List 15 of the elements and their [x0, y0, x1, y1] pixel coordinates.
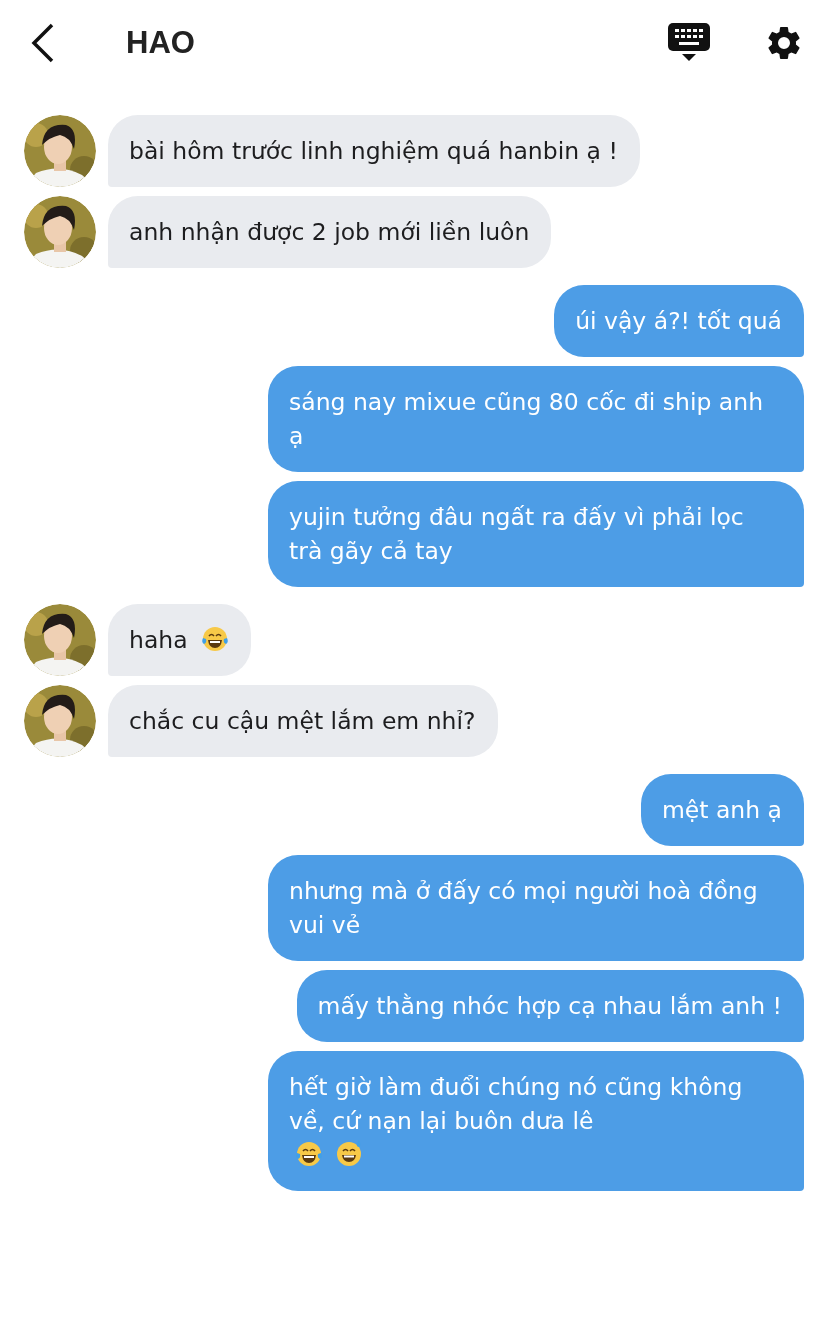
laughing-face-icon	[295, 1141, 323, 1167]
message-text: anh nhận được 2 job mới liền luôn	[129, 217, 530, 248]
message-text: nhưng mà ở đấy có mọi người hoà đồng vui vẻ	[289, 876, 759, 941]
laughing-face-icon	[201, 626, 230, 652]
message-text: mấy thằng nhóc hợp cạ nhau lắm anh !	[317, 991, 782, 1022]
keyboard-icon[interactable]	[668, 23, 710, 63]
message-text: chắc cu cậu mệt lắm em nhỉ?	[129, 706, 476, 737]
message-text: sáng nay mixue cũng 80 cốc đi ship anh ạ	[289, 387, 765, 452]
message-text: mệt anh ạ	[661, 795, 782, 826]
message-text: úi vậy á?! tốt quá	[575, 306, 782, 337]
message-text: hết giờ làm đuổi chúng nó cũng không về, cứ nạn lại buôn dưa lê	[289, 1072, 744, 1137]
contact-name: HAO	[126, 25, 196, 61]
message-text: yujin tưởng đâu ngất ra đấy vì phải lọc trà gãy cả tay	[289, 502, 745, 567]
message-text: bài hôm trước linh nghiệm quá hanbin ạ !	[129, 136, 618, 167]
message-text: haha	[129, 625, 188, 656]
